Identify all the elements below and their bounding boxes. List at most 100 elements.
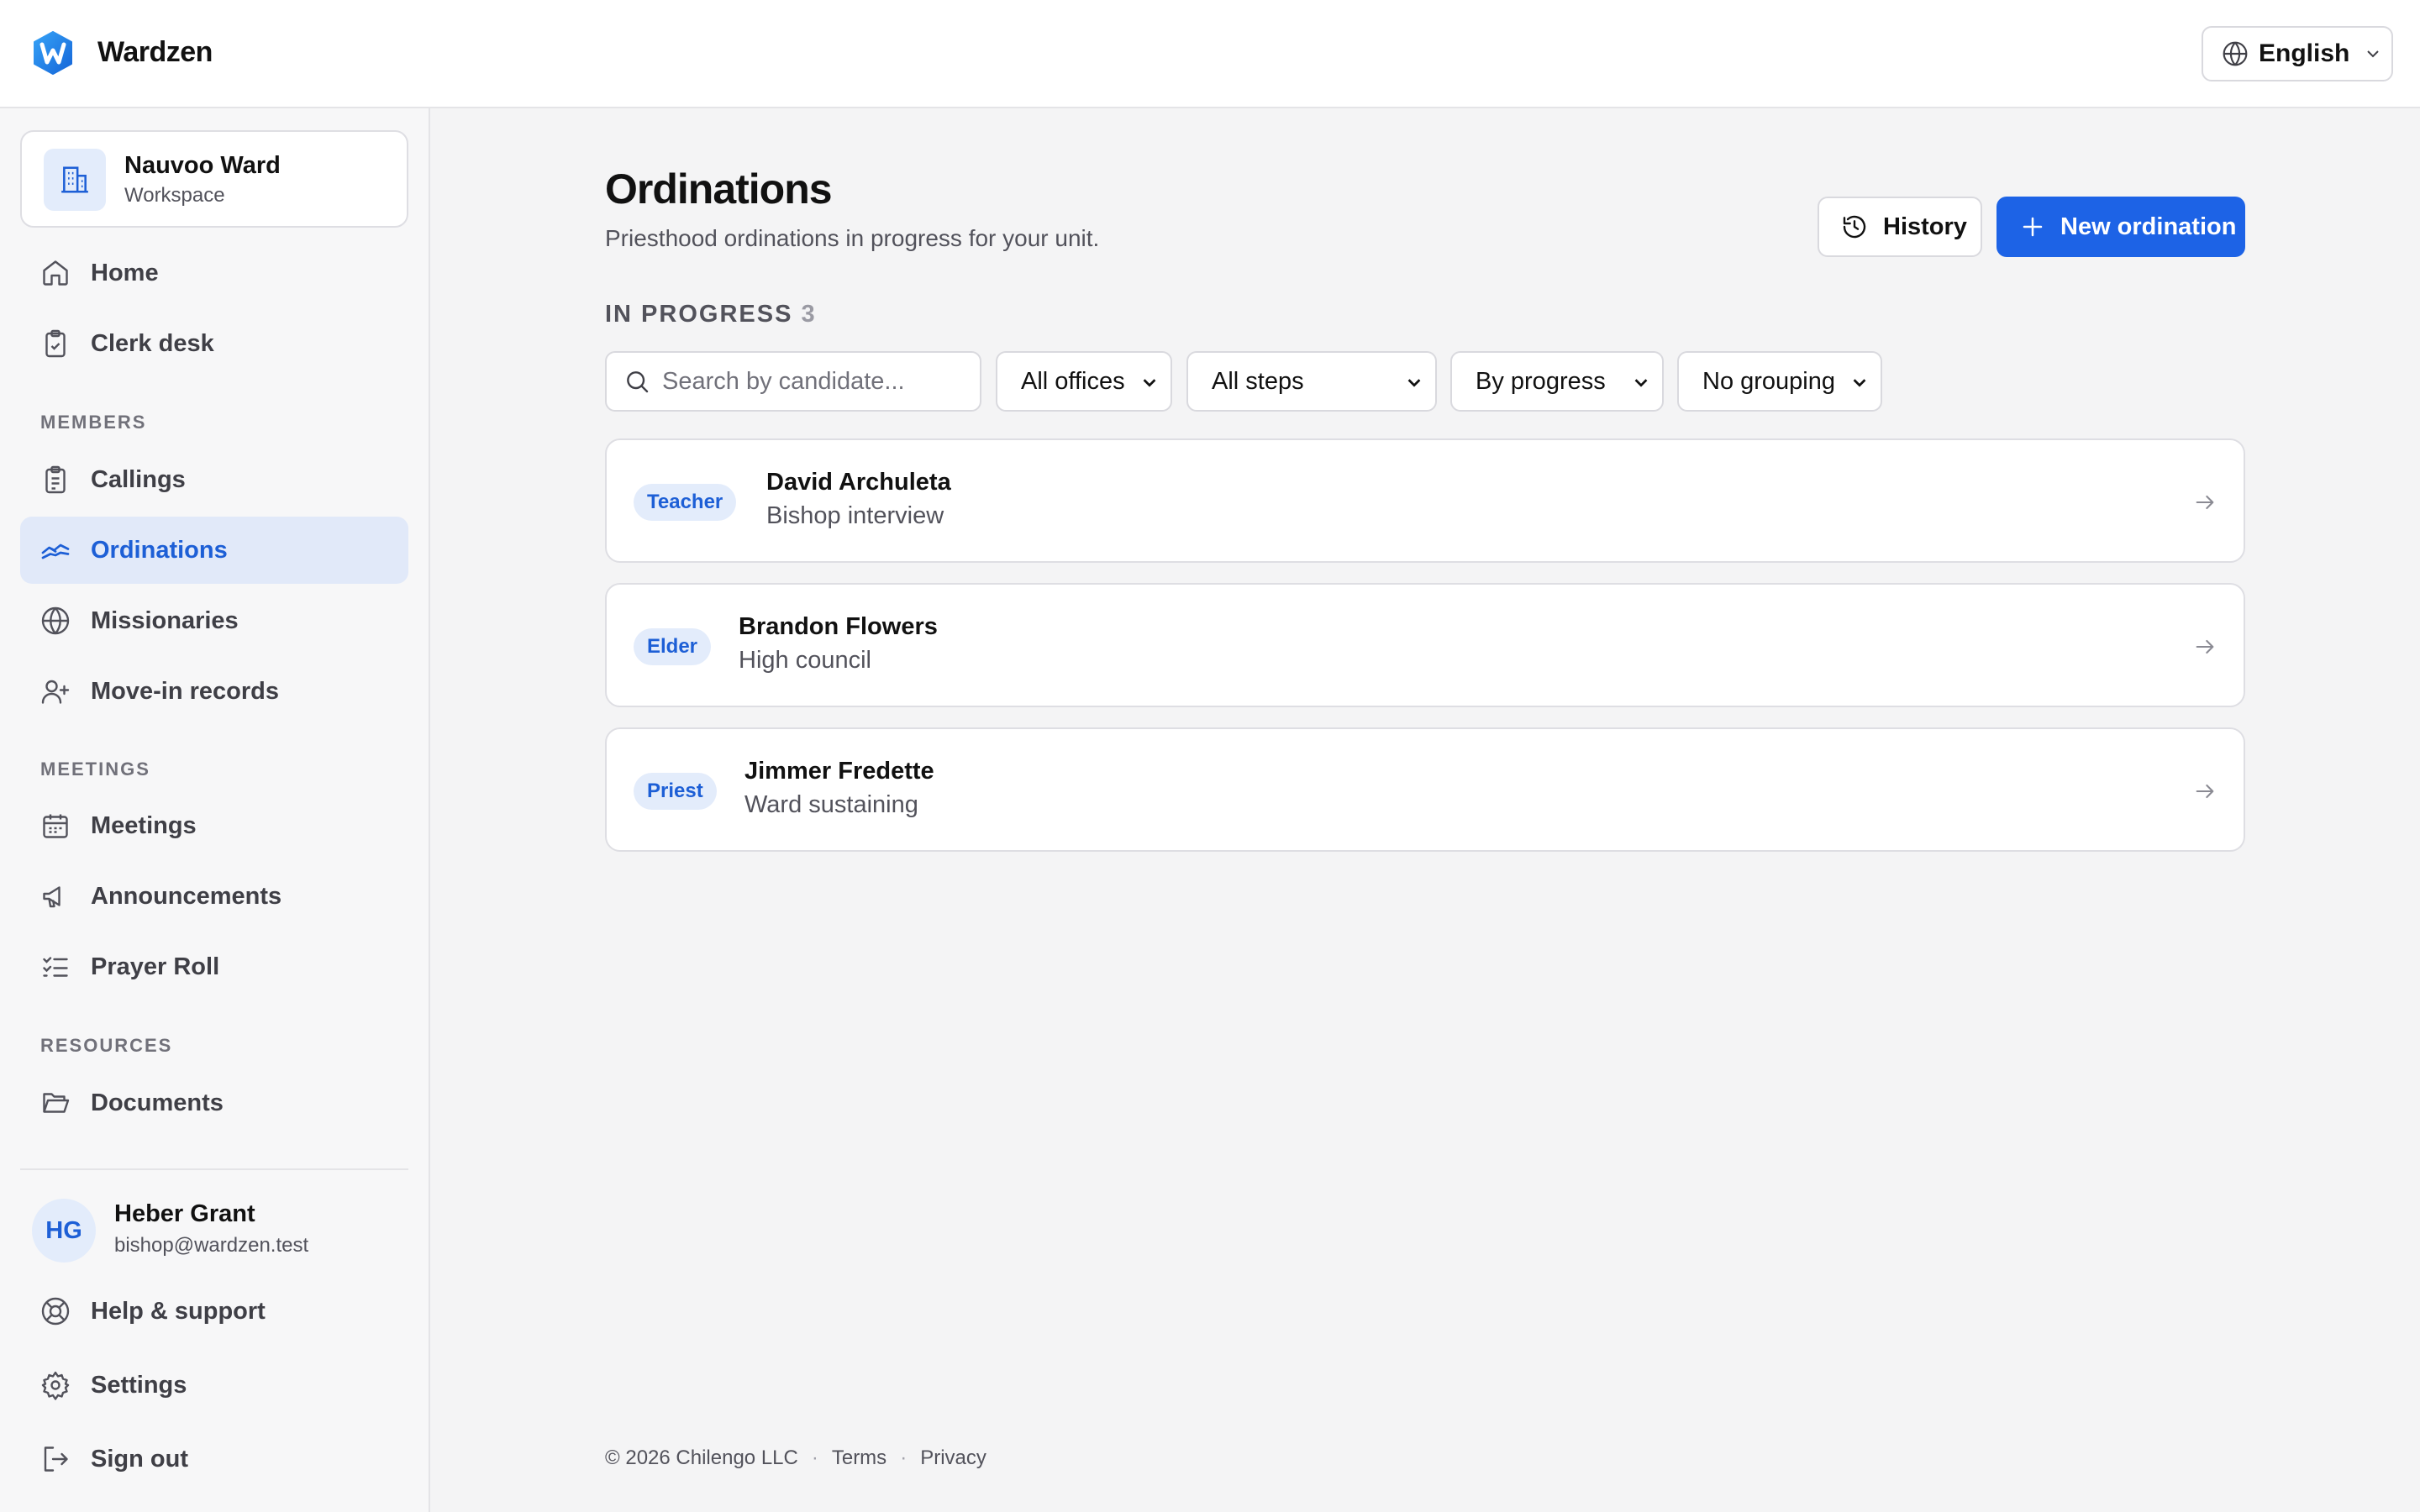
arrow-right-icon <box>2196 495 2214 510</box>
search-field[interactable] <box>605 351 981 412</box>
privacy-link[interactable]: Privacy <box>920 1446 986 1470</box>
language-selector[interactable]: English <box>2202 26 2393 81</box>
candidate-step: High council <box>739 647 871 674</box>
grouping-select[interactable]: No grouping <box>1677 351 1882 412</box>
sidebar-item-clerk-desk[interactable]: Clerk desk <box>20 310 408 377</box>
page-title: Ordinations <box>605 165 833 213</box>
sidebar-item-sign-out[interactable]: Sign out <box>20 1425 408 1493</box>
sidebar-item-move-in-records[interactable]: Move-in records <box>20 658 408 725</box>
office-badge: Priest <box>634 773 717 810</box>
footer: © 2026 Chilengo LLC · Terms · Privacy <box>605 1446 986 1470</box>
office-filter-value: All offices <box>1021 367 1125 395</box>
sidebar-item-label: Help & support <box>91 1297 266 1325</box>
workspace-subtitle: Workspace <box>124 184 225 207</box>
section-label-resources: RESOURCES <box>40 1035 173 1056</box>
new-ordination-label: New ordination <box>2060 213 2237 240</box>
sidebar-item-label: Home <box>91 259 159 286</box>
office-badge: Teacher <box>634 484 737 521</box>
sidebar: Nauvoo Ward Workspace Home Clerk desk ME… <box>0 108 430 1512</box>
arrow-right-icon <box>2196 639 2214 654</box>
step-filter-select[interactable]: All steps <box>1186 351 1437 412</box>
sidebar-item-callings[interactable]: Callings <box>20 446 408 513</box>
step-filter-value: All steps <box>1212 367 1304 395</box>
home-icon <box>43 260 68 286</box>
section-label-members: MEMBERS <box>40 412 147 433</box>
sidebar-item-label: Sign out <box>91 1445 188 1473</box>
new-ordination-button[interactable]: New ordination <box>1996 197 2245 257</box>
folder-open-icon <box>43 1093 70 1113</box>
app-name: Wardzen <box>97 36 213 68</box>
copyright: © 2026 Chilengo LLC <box>605 1446 798 1469</box>
chevron-down-icon <box>2367 50 2380 58</box>
user-email: bishop@wardzen.test <box>114 1234 309 1257</box>
sidebar-item-meetings[interactable]: Meetings <box>20 792 408 859</box>
chevron-down-icon <box>1407 379 1421 387</box>
sidebar-item-label: Ordinations <box>91 536 228 564</box>
ordination-card[interactable]: Teacher David Archuleta Bishop interview <box>605 438 2245 563</box>
megaphone-icon <box>43 886 60 908</box>
candidate-name: Brandon Flowers <box>739 613 938 640</box>
sidebar-item-label: Callings <box>91 465 186 493</box>
sort-value: By progress <box>1476 367 1606 395</box>
office-filter-select[interactable]: All offices <box>996 351 1172 412</box>
globe-icon <box>41 606 70 635</box>
sidebar-item-home[interactable]: Home <box>20 239 408 307</box>
sidebar-item-announcements[interactable]: Announcements <box>20 863 408 930</box>
clipboard-list-icon <box>45 465 66 494</box>
sign-out-icon <box>44 1446 68 1472</box>
globe-icon <box>2223 41 2248 66</box>
sort-select[interactable]: By progress <box>1450 351 1664 412</box>
chevron-down-icon <box>1143 379 1156 387</box>
sidebar-item-prayer-roll[interactable]: Prayer Roll <box>20 933 408 1000</box>
search-icon <box>627 371 649 393</box>
avatar[interactable]: HG <box>32 1199 96 1263</box>
sidebar-item-documents[interactable]: Documents <box>20 1069 408 1137</box>
sidebar-item-label: Clerk desk <box>91 329 214 357</box>
language-label: English <box>2259 39 2350 67</box>
sidebar-item-label: Documents <box>91 1089 224 1116</box>
hands-icon <box>41 543 70 559</box>
clipboard-check-icon <box>45 329 66 358</box>
sidebar-divider <box>20 1168 408 1170</box>
chevron-down-icon <box>1634 379 1648 387</box>
sidebar-item-label: Prayer Roll <box>91 953 220 980</box>
candidate-step: Bishop interview <box>766 502 944 529</box>
history-button[interactable]: History <box>1818 197 1982 257</box>
workspace-name: Nauvoo Ward <box>124 152 281 179</box>
sidebar-item-settings[interactable]: Settings <box>20 1352 408 1419</box>
candidate-step: Ward sustaining <box>744 791 918 818</box>
sidebar-item-help-support[interactable]: Help & support <box>20 1278 408 1345</box>
section-heading-label: IN PROGRESS <box>605 301 793 328</box>
footer-separator: · <box>900 1446 908 1469</box>
sidebar-item-label: Meetings <box>91 811 197 839</box>
user-plus-icon <box>41 680 70 704</box>
top-bar: Wardzen English <box>0 0 2420 108</box>
sidebar-item-missionaries[interactable]: Missionaries <box>20 587 408 654</box>
list-checks-icon <box>43 957 68 977</box>
footer-separator: · <box>811 1446 818 1469</box>
lifebuoy-icon <box>41 1297 70 1326</box>
gear-icon <box>41 1371 70 1400</box>
sidebar-item-ordinations[interactable]: Ordinations <box>20 517 408 584</box>
sidebar-item-label: Settings <box>91 1371 187 1399</box>
building-icon <box>44 149 106 211</box>
candidate-name: Jimmer Fredette <box>744 758 934 785</box>
office-badge: Elder <box>634 628 712 665</box>
calendar-icon <box>43 814 68 838</box>
section-heading: IN PROGRESS 3 <box>605 301 817 328</box>
search-input[interactable] <box>662 367 973 396</box>
wardzen-logo-icon[interactable] <box>32 31 74 75</box>
sidebar-item-label: Announcements <box>91 882 282 910</box>
page-subtitle: Priesthood ordinations in progress for y… <box>605 225 1100 251</box>
chevron-down-icon <box>1853 379 1866 387</box>
candidate-name: David Archuleta <box>766 469 951 496</box>
section-label-meetings: MEETINGS <box>40 759 150 780</box>
terms-link[interactable]: Terms <box>832 1446 886 1470</box>
arrow-right-icon <box>2196 784 2214 799</box>
sidebar-item-label: Missionaries <box>91 606 239 634</box>
sidebar-item-label: Move-in records <box>91 677 279 705</box>
workspace-switcher[interactable]: Nauvoo Ward Workspace <box>20 130 408 228</box>
grouping-value: No grouping <box>1702 367 1835 395</box>
ordination-card[interactable]: Elder Brandon Flowers High council <box>605 583 2245 707</box>
ordination-card[interactable]: Priest Jimmer Fredette Ward sustaining <box>605 727 2245 852</box>
